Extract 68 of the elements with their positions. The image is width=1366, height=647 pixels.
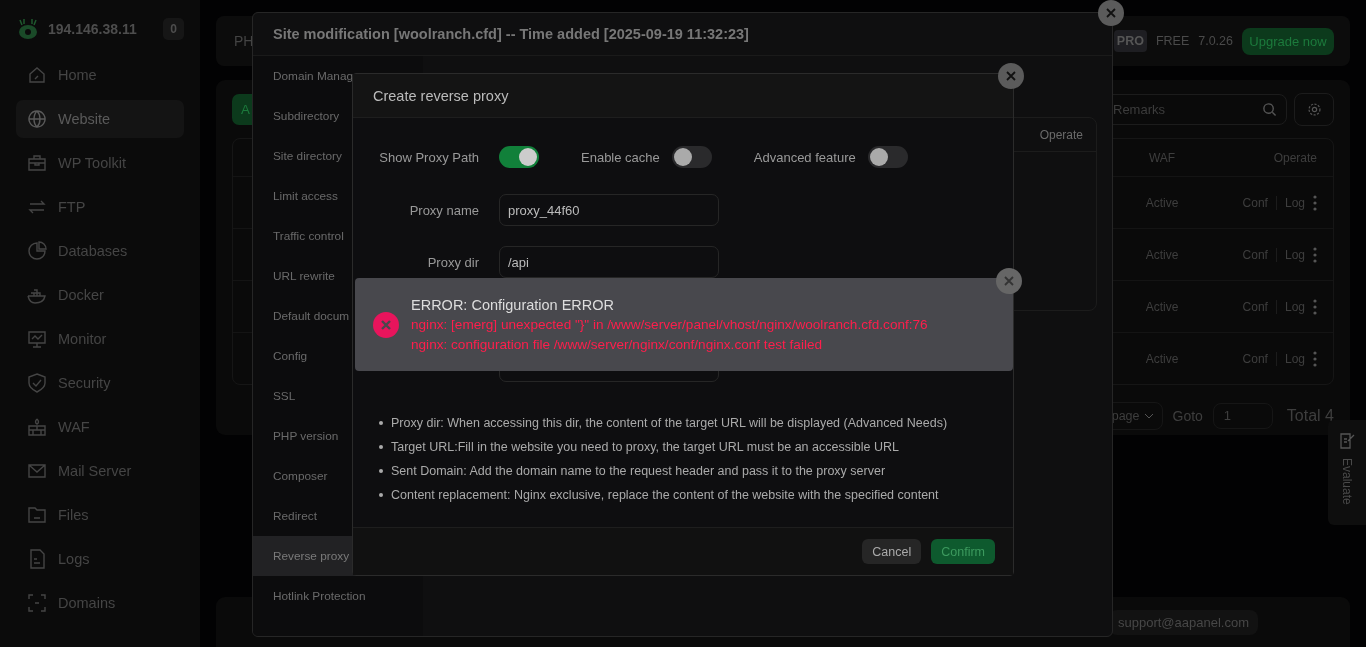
more-icon[interactable] [1313, 246, 1317, 263]
nav-icon [26, 504, 48, 526]
page-tab[interactable]: PH [234, 33, 254, 49]
dialog-title: Create reverse proxy [353, 74, 1013, 118]
server-address: 194.146.38.11 [48, 21, 138, 37]
nav-icon [26, 416, 48, 438]
input-field[interactable]: proxy_44f60 [499, 194, 719, 226]
help-note: Proxy dir: When accessing this dir, the content of the target URL will be displayed (Advanced Needs) [391, 415, 948, 432]
version-label: 7.0.26 [1198, 34, 1233, 48]
toggle-switch[interactable] [671, 146, 712, 168]
more-icon[interactable] [1313, 350, 1317, 367]
close-button[interactable] [1098, 0, 1124, 26]
cancel-button[interactable]: Cancel [862, 539, 922, 564]
nav-item[interactable]: WP Toolkit [16, 144, 184, 182]
bullet-icon [379, 469, 383, 473]
nav-item[interactable]: Docker [16, 276, 184, 314]
nav-icon [26, 592, 48, 614]
help-note: Content replacement: Nginx exclusive, replace the content of the website with the specified content [391, 487, 939, 504]
nav-item[interactable]: Domains [16, 584, 184, 622]
settings-button[interactable] [1294, 93, 1334, 126]
nav-item[interactable]: Databases [16, 232, 184, 270]
error-message: nginx: configuration file /www/server/nginx/conf/nginx.conf test failed [411, 335, 824, 354]
nav-icon [26, 240, 48, 262]
nav-item[interactable]: Mail Server [16, 452, 184, 490]
plan-label: FREE [1155, 34, 1190, 48]
switch-label: Show Proxy Path [378, 149, 479, 165]
error-title: ERROR: Configuration ERROR [411, 295, 616, 315]
toggle-switch[interactable] [867, 146, 908, 168]
nav-icon [26, 152, 48, 174]
toggle-switch[interactable] [499, 146, 539, 168]
chevron-down-icon [1143, 413, 1154, 419]
error-message: nginx: [emerg] unexpected "}" in /www/server/panel/vhost/nginx/woolranch.cfd.conf:76 [411, 315, 928, 334]
switch-label: Advanced feature [753, 149, 856, 165]
error-icon [373, 311, 399, 338]
note-icon [1338, 432, 1356, 450]
nav-icon [26, 372, 48, 394]
nav-icon [26, 64, 48, 86]
column-header: Operate [1039, 127, 1083, 142]
nav-icon [26, 328, 48, 350]
nav-item[interactable]: Files [16, 496, 184, 534]
bullet-icon [379, 445, 383, 449]
bullet-icon [379, 421, 383, 425]
switch-label: Enable cache [581, 149, 660, 165]
help-note: Target URL:Fill in the website you need to proxy, the target URL must be an accessible URL [391, 439, 899, 456]
nav-item[interactable]: FTP [16, 188, 184, 226]
nav-item[interactable]: WAF [16, 408, 184, 446]
more-icon[interactable] [1313, 298, 1317, 315]
upgrade-button[interactable]: Upgrade now [1242, 27, 1334, 55]
field-label: Proxy name [408, 202, 479, 218]
close-icon [1006, 71, 1016, 81]
nav-icon [26, 108, 48, 130]
evaluate-tab[interactable]: Evaluate [1328, 420, 1366, 525]
confirm-button[interactable]: Confirm [931, 539, 995, 564]
nav-item[interactable]: Monitor [16, 320, 184, 358]
close-icon [1004, 276, 1014, 286]
more-icon[interactable] [1313, 194, 1317, 211]
nav-item[interactable]: Website [16, 100, 184, 138]
search-icon [1262, 102, 1277, 117]
bullet-icon [379, 493, 383, 497]
logo-icon [16, 17, 40, 41]
close-icon [1106, 8, 1116, 18]
nav-item[interactable]: Home [16, 56, 184, 94]
field-label: Proxy dir [426, 254, 479, 270]
nav-item[interactable]: Security [16, 364, 184, 402]
nav-item[interactable]: Logs [16, 540, 184, 578]
help-note: Sent Domain: Add the domain name to the request header and pass it to the proxy server [391, 463, 886, 480]
settings-icon [1306, 102, 1322, 117]
menu-item[interactable]: Hotlink Protection [253, 576, 423, 616]
